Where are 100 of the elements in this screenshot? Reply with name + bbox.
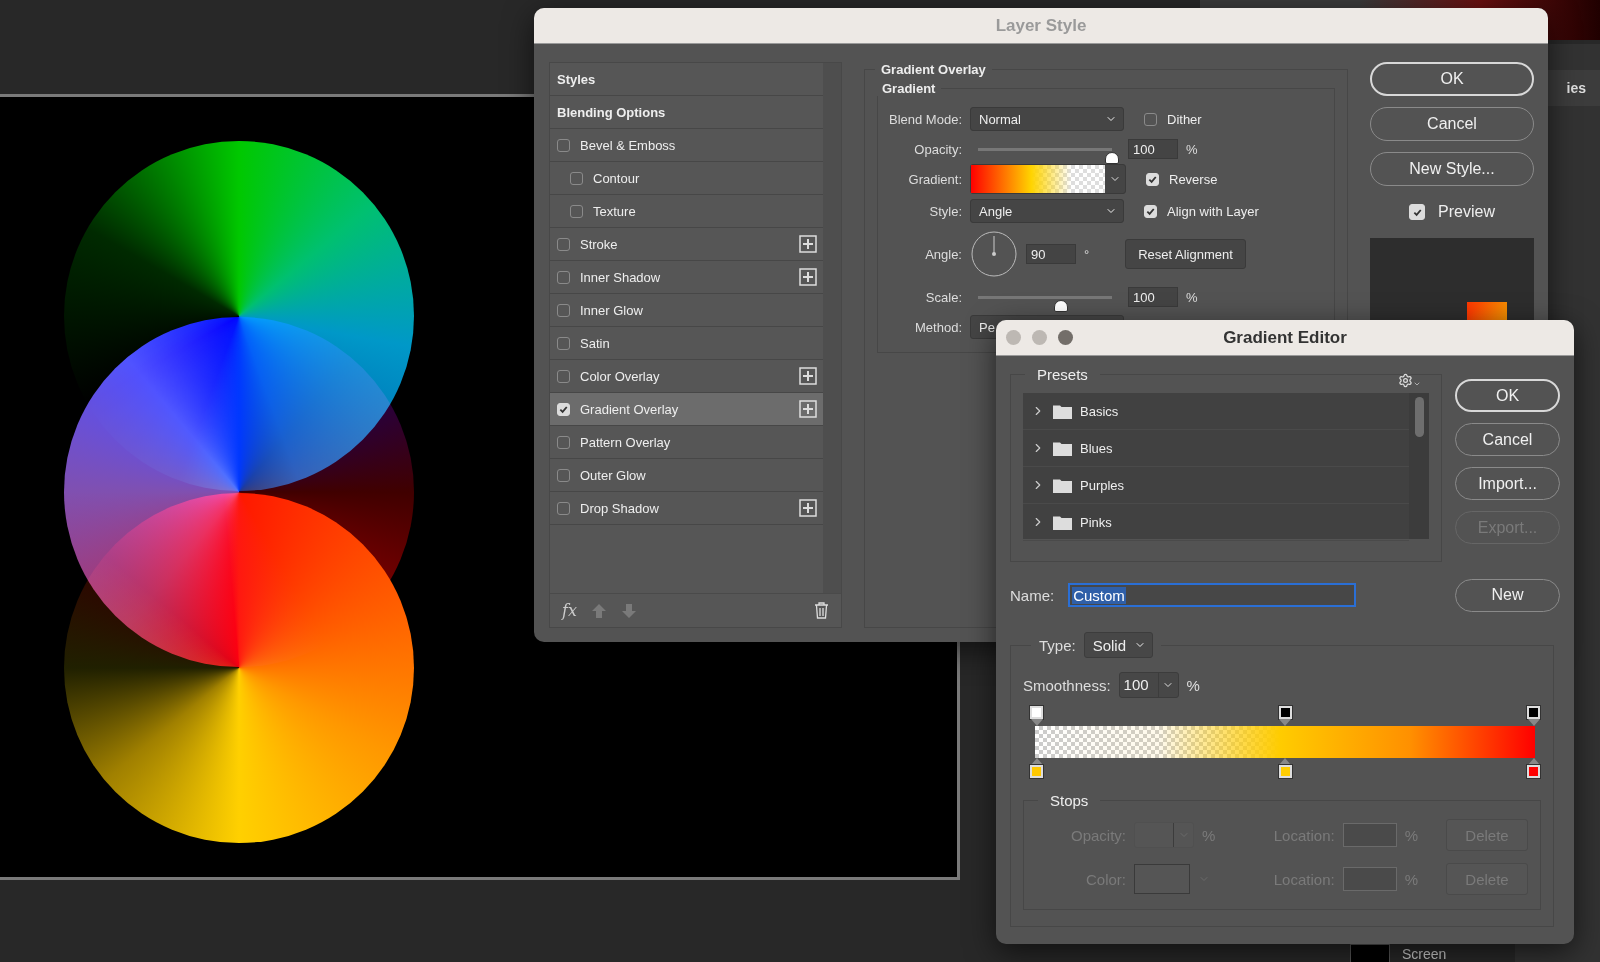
folder-icon: [1053, 440, 1072, 456]
group-title: Gradient Overlay: [880, 62, 987, 77]
preset-folder-item[interactable]: Purples: [1023, 467, 1409, 504]
style-label: Bevel & Emboss: [580, 137, 677, 153]
field-label: Style:: [928, 203, 962, 219]
field-label: Method:: [914, 319, 962, 335]
dialog-button[interactable]: OK: [1455, 379, 1560, 412]
checkbox[interactable]: [557, 336, 570, 350]
field-label: Name:: [1010, 586, 1055, 604]
scale-field[interactable]: 100: [1128, 287, 1178, 307]
checkbox[interactable]: [557, 138, 570, 152]
checkbox-label: Align with Layer: [1167, 203, 1259, 219]
check-icon: [559, 404, 568, 414]
field-label: Opacity:: [913, 141, 962, 157]
style-label: Satin: [580, 335, 611, 351]
trash-icon[interactable]: [814, 602, 829, 619]
checkbox[interactable]: [557, 369, 570, 383]
checkbox[interactable]: [570, 204, 583, 218]
field-label: Angle:: [924, 246, 962, 262]
style-label: Drop Shadow: [580, 500, 660, 516]
checkbox[interactable]: [557, 270, 570, 284]
style-list-item[interactable]: Inner Glow: [550, 294, 823, 327]
style-list-item[interactable]: Styles: [550, 63, 823, 96]
style-list-item[interactable]: Contour: [550, 162, 823, 195]
add-icon[interactable]: [799, 499, 817, 517]
unit-label: °: [1084, 246, 1090, 262]
folder-icon: [1053, 403, 1072, 419]
preset-folder-label: Blues: [1080, 440, 1113, 456]
group-title: Stops: [1049, 792, 1090, 809]
unit-label: %: [1202, 826, 1216, 844]
group-title: Gradient: [881, 81, 937, 96]
check-icon: [1148, 174, 1157, 184]
style-list-item[interactable]: Satin: [550, 327, 823, 360]
field-label: Blend Mode:: [888, 111, 962, 127]
unit-label: %: [1404, 870, 1418, 888]
field-label: Smoothness:: [1023, 676, 1111, 694]
unit-label: %: [1186, 289, 1198, 305]
checkbox[interactable]: [557, 237, 570, 251]
name-value: Custom: [1072, 586, 1126, 604]
color-stop[interactable]: [1278, 758, 1292, 778]
color-stop[interactable]: [1527, 758, 1540, 778]
reset-alignment-button[interactable]: Reset Alignment: [1125, 239, 1246, 269]
preset-folder-label: Basics: [1080, 403, 1119, 419]
angle-field[interactable]: 90: [1026, 244, 1076, 264]
style-label: Outer Glow: [580, 467, 647, 483]
style-list-item[interactable]: Bevel & Emboss: [550, 129, 823, 162]
style-list-item[interactable]: Inner Shadow: [550, 261, 823, 294]
add-icon[interactable]: [799, 367, 817, 385]
checkbox[interactable]: [1144, 112, 1157, 126]
checkbox[interactable]: [557, 468, 570, 482]
field-label: Scale:: [924, 289, 962, 305]
dialog-button[interactable]: OK: [1370, 62, 1534, 96]
add-icon[interactable]: [799, 268, 817, 286]
preset-folder-label: Purples: [1080, 477, 1125, 493]
style-list-item[interactable]: Blending Options: [550, 96, 823, 129]
style-label: Texture: [593, 203, 637, 219]
style-list-item[interactable]: Pattern Overlay: [550, 426, 823, 459]
scrollbar-thumb[interactable]: [1414, 397, 1424, 437]
style-label: Inner Glow: [580, 302, 644, 318]
fx-button[interactable]: fx: [562, 601, 577, 620]
unit-label: %: [1404, 826, 1418, 844]
opacity-field[interactable]: 100: [1128, 139, 1178, 159]
group-title: Presets: [1036, 366, 1089, 383]
field-label: Gradient:: [907, 171, 962, 187]
checkbox-label: Reverse: [1169, 171, 1218, 187]
checkbox[interactable]: [557, 303, 570, 317]
slider-thumb[interactable]: [1105, 151, 1119, 164]
checkbox-label: Preview: [1438, 203, 1495, 221]
preset-folder-item[interactable]: Blues: [1023, 430, 1409, 467]
style-label: Stroke: [580, 236, 619, 252]
angle-dial[interactable]: [970, 230, 1018, 278]
checkbox[interactable]: [557, 435, 570, 449]
style-label: Pattern Overlay: [580, 434, 672, 450]
color-stop[interactable]: [1030, 758, 1043, 778]
gradient-picker[interactable]: [970, 164, 1126, 194]
style-list-item[interactable]: Texture: [550, 195, 823, 228]
check-icon: [1146, 206, 1155, 216]
settings-icon[interactable]: [1398, 373, 1421, 388]
add-icon[interactable]: [799, 400, 817, 418]
preset-folder-item[interactable]: Basics: [1023, 393, 1409, 430]
add-icon[interactable]: [799, 235, 817, 253]
style-list-item[interactable]: Gradient Overlay: [550, 393, 823, 426]
field-label: Type:: [1039, 636, 1076, 654]
style-list-item[interactable]: Drop Shadow: [550, 492, 823, 525]
checkbox[interactable]: [570, 171, 583, 185]
checkbox[interactable]: [557, 501, 570, 515]
preset-folder-item[interactable]: Pinks: [1023, 504, 1409, 541]
smoothness-field[interactable]: 100: [1118, 672, 1179, 698]
layer-name: Screen: [1402, 946, 1447, 962]
style-list-item[interactable]: Stroke: [550, 228, 823, 261]
style-dropdown[interactable]: Angle: [970, 199, 1124, 223]
style-label: Contour: [593, 170, 641, 186]
slider-thumb[interactable]: [1054, 299, 1069, 312]
style-list-item[interactable]: Outer Glow: [550, 459, 823, 492]
window-title: Layer Style: [995, 15, 1087, 36]
type-dropdown[interactable]: Solid: [1083, 632, 1154, 658]
window-title: Gradient Editor: [1223, 327, 1347, 348]
zoom-window-button[interactable]: [1058, 330, 1073, 345]
blend-mode-dropdown[interactable]: Normal: [970, 107, 1124, 131]
name-field[interactable]: Custom: [1068, 583, 1357, 607]
